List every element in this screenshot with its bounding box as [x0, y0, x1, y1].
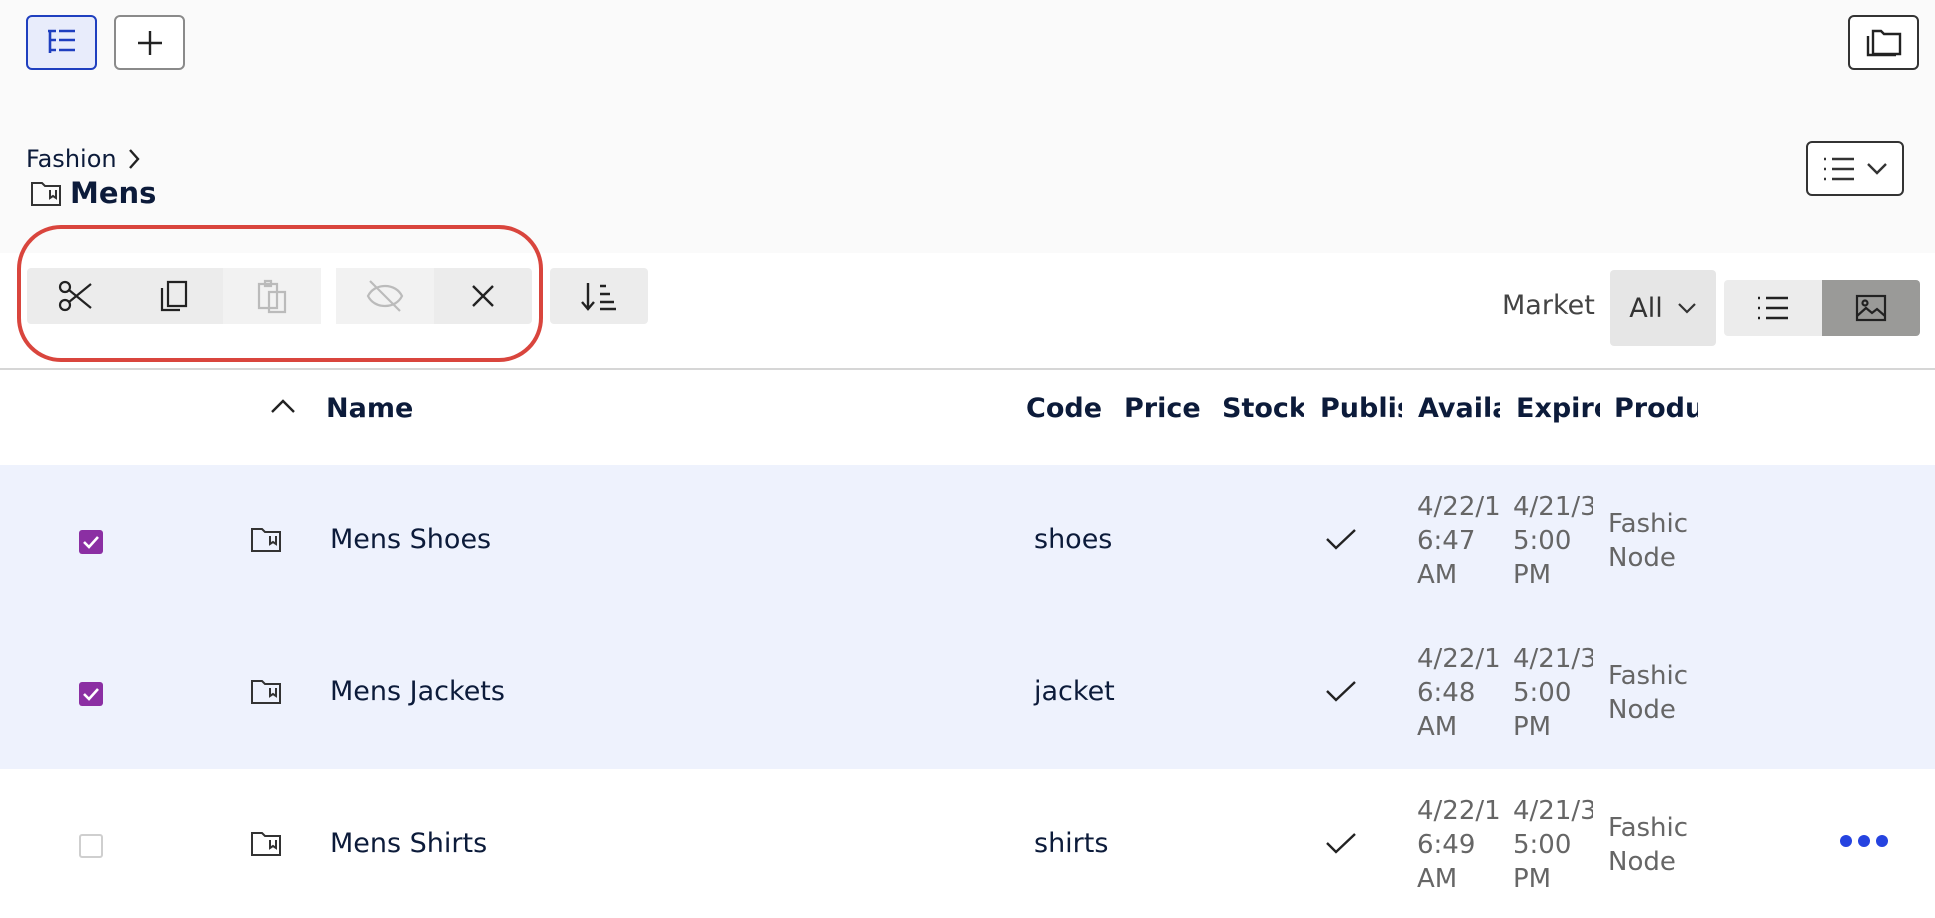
toolbar-highlight — [17, 225, 543, 362]
sort-icon — [580, 280, 618, 312]
top-area — [0, 0, 1935, 253]
column-header-price[interactable]: Price — [1124, 393, 1200, 424]
row-name[interactable]: Mens Shirts — [330, 828, 487, 859]
column-header-published[interactable]: Publis — [1320, 393, 1402, 424]
market-value: All — [1629, 292, 1663, 324]
row-checkbox[interactable] — [79, 834, 103, 858]
table-row[interactable]: Mens Shirts shirts 4/22/1 6:49 AM 4/21/3… — [0, 769, 1935, 918]
row-product: Fashic Node — [1608, 509, 1689, 573]
chevron-down-icon — [1677, 302, 1697, 314]
add-button[interactable] — [114, 15, 185, 70]
sort-ascending-icon[interactable] — [270, 397, 296, 415]
catalog-folder-icon — [250, 829, 282, 857]
page-title-text: Mens — [70, 176, 157, 210]
market-select[interactable]: All — [1610, 270, 1716, 346]
view-options-dropdown[interactable] — [1806, 141, 1904, 196]
chevron-right-icon — [127, 148, 141, 170]
row-expires: 4/21/3 5:00 PM — [1513, 796, 1593, 894]
more-dot-icon — [1876, 835, 1888, 847]
row-code: shirts — [1034, 828, 1109, 859]
breadcrumb-parent[interactable]: Fashion — [26, 145, 117, 173]
row-expires: 4/21/3 5:00 PM — [1513, 644, 1593, 742]
row-name[interactable]: Mens Jackets — [330, 676, 505, 707]
catalog-folder-icon — [250, 525, 282, 553]
list-mode-button[interactable] — [1724, 280, 1822, 336]
image-icon — [1855, 294, 1887, 322]
sort-button[interactable] — [550, 268, 648, 324]
more-dot-icon — [1840, 835, 1852, 847]
sort-toolbar — [550, 268, 648, 324]
row-product: Fashic Node — [1608, 661, 1689, 725]
folders-button[interactable] — [1848, 15, 1919, 70]
plus-icon — [136, 29, 164, 57]
column-header-available[interactable]: Availal — [1418, 393, 1500, 424]
thumbnail-mode-button[interactable] — [1822, 280, 1920, 336]
chevron-down-icon — [1866, 162, 1888, 176]
row-code: shoes — [1034, 524, 1113, 555]
row-name[interactable]: Mens Shoes — [330, 524, 491, 555]
published-check-icon — [1325, 527, 1357, 551]
column-header-code[interactable]: Code — [1026, 393, 1102, 424]
row-checkbox[interactable] — [79, 530, 103, 554]
row-checkbox[interactable] — [79, 682, 103, 706]
more-dot-icon — [1858, 835, 1870, 847]
page-title: Mens — [30, 176, 156, 210]
row-available: 4/22/1 6:47 AM — [1417, 492, 1499, 590]
row-expires: 4/21/3 5:00 PM — [1513, 492, 1593, 590]
column-header-stock[interactable]: Stock — [1222, 393, 1304, 424]
column-header-name[interactable]: Name — [326, 393, 526, 424]
tree-list-icon — [45, 28, 79, 58]
list-icon — [1822, 156, 1856, 182]
table-row[interactable]: Mens Shoes shoes 4/22/1 6:47 AM 4/21/3 5… — [0, 465, 1935, 617]
catalog-folder-icon — [250, 677, 282, 705]
row-more-button[interactable] — [1840, 835, 1888, 847]
row-product: Fashic Node — [1608, 813, 1689, 877]
toolbar-divider — [0, 368, 1935, 370]
market-label: Market — [1502, 290, 1595, 321]
published-check-icon — [1325, 831, 1357, 855]
published-check-icon — [1325, 679, 1357, 703]
list-icon — [1756, 295, 1790, 321]
table-row[interactable]: Mens Jackets jacket 4/22/1 6:48 AM 4/21/… — [0, 617, 1935, 769]
folders-icon — [1864, 27, 1904, 59]
row-code: jacket — [1034, 676, 1115, 707]
row-available: 4/22/1 6:48 AM — [1417, 644, 1499, 742]
row-available: 4/22/1 6:49 AM — [1417, 796, 1499, 894]
breadcrumb: Fashion — [26, 145, 141, 173]
tree-view-button[interactable] — [26, 15, 97, 70]
catalog-folder-icon — [30, 179, 62, 207]
column-header-expires[interactable]: Expire — [1516, 393, 1600, 424]
column-header-product[interactable]: Produ — [1614, 393, 1698, 424]
